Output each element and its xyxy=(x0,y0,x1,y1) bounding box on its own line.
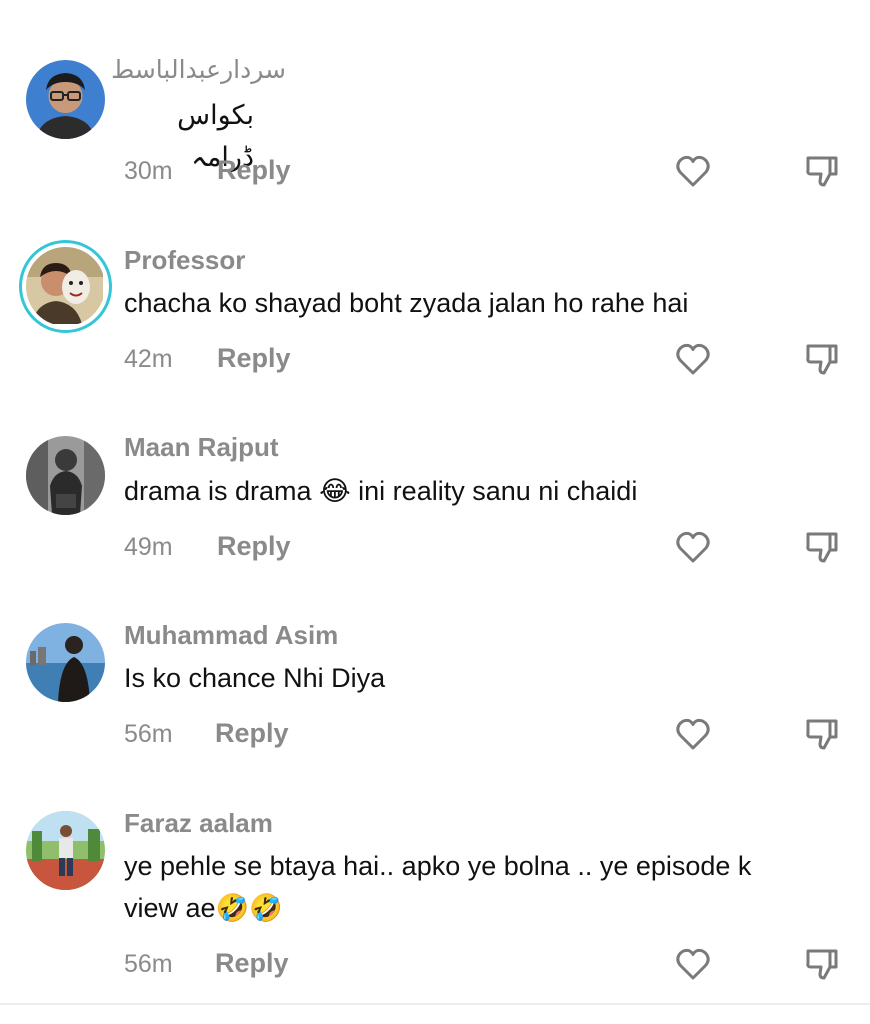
heart-outline-icon[interactable] xyxy=(674,715,712,753)
comment-text: chacha ko shayad boht zyada jalan ho rah… xyxy=(124,288,689,318)
reply-button[interactable]: Reply xyxy=(217,155,291,186)
comment-text: drama is drama 😂 ini reality sanu ni cha… xyxy=(124,470,824,512)
comment-text-part: view ae xyxy=(124,893,216,923)
divider xyxy=(0,1003,870,1005)
heart-outline-icon[interactable] xyxy=(674,152,712,190)
comment-text: ye pehle se btaya hai.. apko ye bolna ..… xyxy=(124,845,824,929)
rolling-laughing-emoji: 🤣🤣 xyxy=(215,893,283,923)
comment-text-part: drama is drama xyxy=(124,476,312,506)
thumbs-down-outline-icon[interactable] xyxy=(803,528,841,566)
comment-timestamp: 56m xyxy=(124,950,173,978)
reply-button[interactable]: Reply xyxy=(215,948,289,979)
avatar[interactable] xyxy=(26,811,105,890)
comment-timestamp: 56m xyxy=(124,720,173,748)
thumbs-down-outline-icon[interactable] xyxy=(803,715,841,753)
comment-username[interactable]: سردارعبدالباسط xyxy=(111,55,286,85)
comment-text-line: ye pehle se btaya hai.. apko ye bolna ..… xyxy=(124,851,752,881)
avatar-with-story-ring[interactable] xyxy=(19,240,112,333)
avatar[interactable] xyxy=(26,436,105,515)
comment-timestamp: 30m xyxy=(124,157,173,185)
reply-button[interactable]: Reply xyxy=(215,718,289,749)
reply-button[interactable]: Reply xyxy=(217,531,291,562)
heart-outline-icon[interactable] xyxy=(674,528,712,566)
thumbs-down-outline-icon[interactable] xyxy=(803,945,841,983)
reply-button[interactable]: Reply xyxy=(217,343,291,374)
comment-username[interactable]: Maan Rajput xyxy=(124,432,279,463)
heart-outline-icon[interactable] xyxy=(674,340,712,378)
comment-timestamp: 42m xyxy=(124,345,173,373)
comment-username[interactable]: Professor xyxy=(124,245,245,276)
comment-timestamp: 49m xyxy=(124,533,173,561)
comment-text-part: ini reality sanu ni chaidi xyxy=(358,476,638,506)
comment-text: Is ko chance Nhi Diya xyxy=(124,663,386,693)
heart-outline-icon[interactable] xyxy=(674,945,712,983)
comments-panel: سردارعبدالباسط بکواس ڈرامہ 30m Reply Pro… xyxy=(0,0,870,1024)
laughing-emoji: 😂 xyxy=(319,476,351,506)
comment-username[interactable]: Faraz aalam xyxy=(124,808,273,839)
thumbs-down-outline-icon[interactable] xyxy=(803,340,841,378)
avatar[interactable] xyxy=(26,623,105,702)
comment-text-line: view ae🤣🤣 xyxy=(124,887,824,929)
comment-username[interactable]: Muhammad Asim xyxy=(124,620,338,651)
avatar[interactable] xyxy=(26,60,105,139)
thumbs-down-outline-icon[interactable] xyxy=(803,152,841,190)
